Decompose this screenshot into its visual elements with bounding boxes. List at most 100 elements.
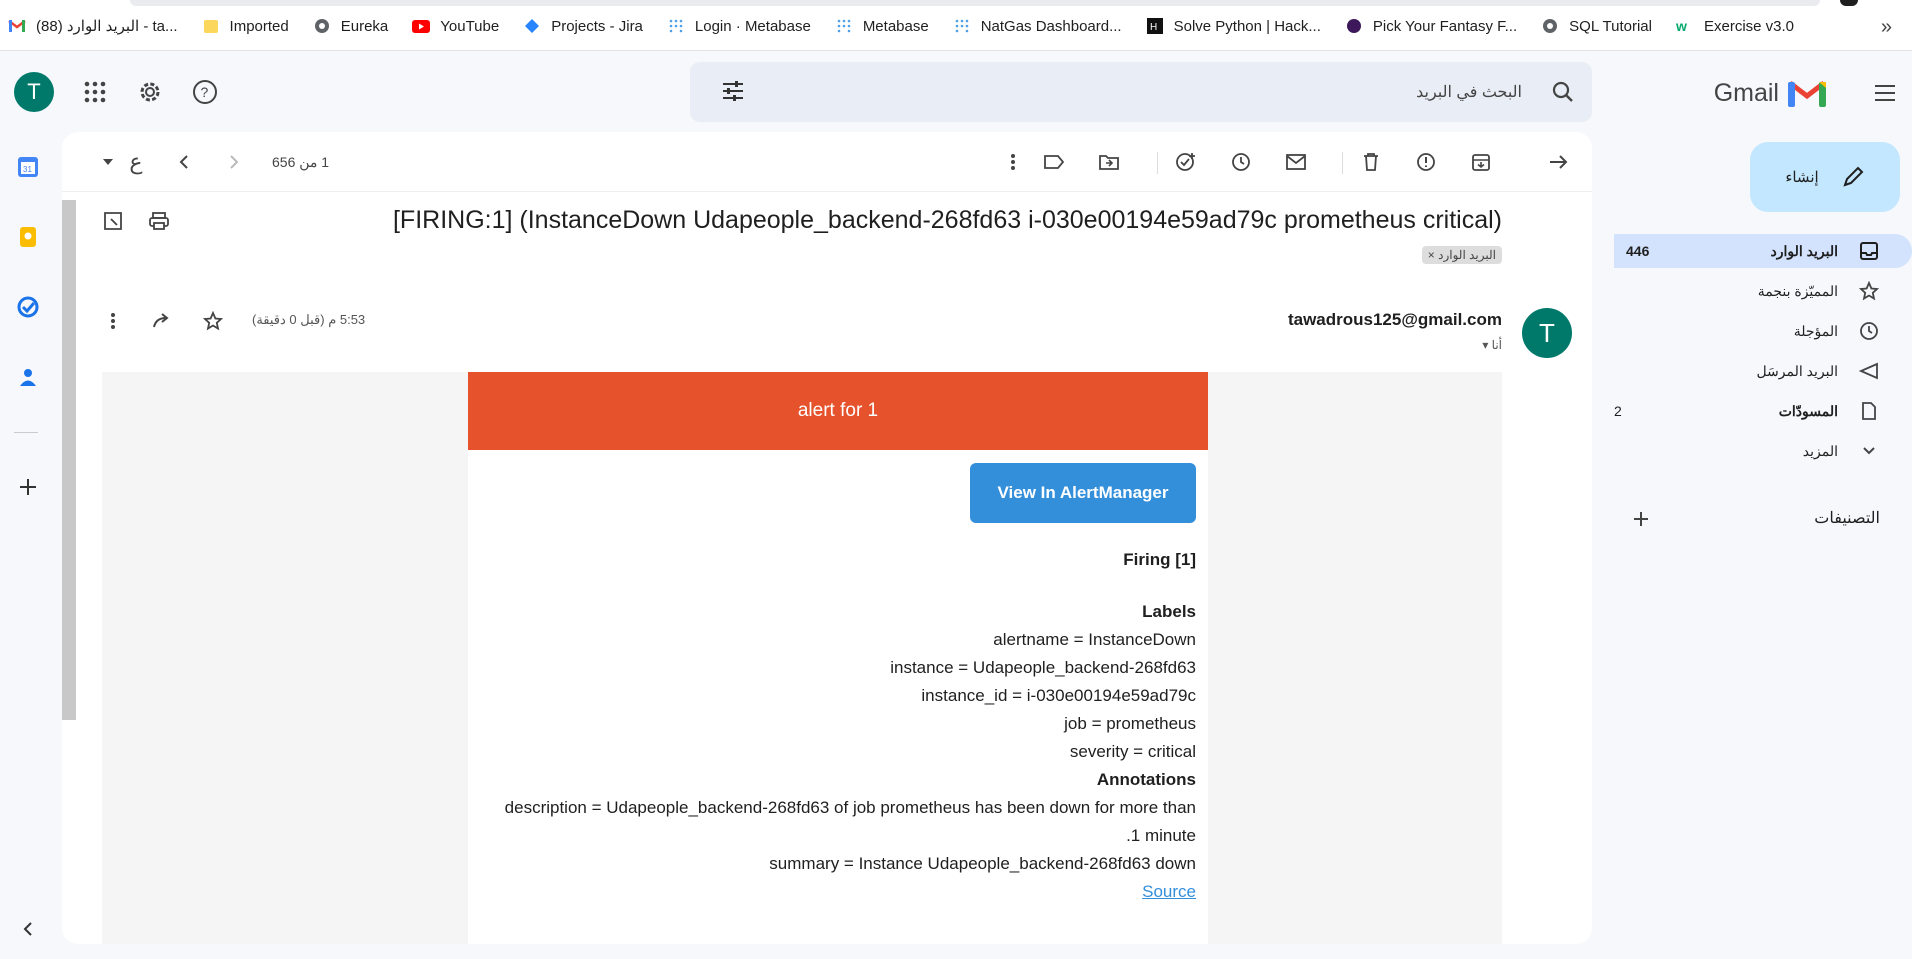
bookmark-youtube[interactable]: YouTube	[412, 17, 499, 35]
collapse-panel-icon[interactable]	[17, 918, 39, 940]
label-alertname: alertname = InstanceDown	[993, 630, 1196, 649]
scrollbar[interactable]	[62, 200, 76, 720]
annotation-description: description = Udapeople_backend-268fd63 …	[504, 798, 1196, 817]
main-menu-icon[interactable]	[1870, 78, 1900, 108]
alert-header: alert for 1	[468, 372, 1208, 450]
settings-gear-icon[interactable]	[135, 77, 165, 107]
dropdown-arrow-icon[interactable]	[94, 148, 122, 176]
nav-label: المميّزة بنجمة	[1757, 282, 1838, 299]
move-to-folder-icon[interactable]	[1095, 148, 1123, 176]
trash-icon[interactable]	[1357, 148, 1385, 176]
help-icon[interactable]: ?	[190, 77, 220, 107]
mark-unread-icon[interactable]	[1282, 148, 1310, 176]
bookmark-eureka[interactable]: Eureka	[313, 17, 389, 35]
nav-item-drafts[interactable]: المسودّات 2	[1602, 394, 1912, 428]
bookmark-gmail[interactable]: البريد الوارد (88) - ta...	[8, 17, 178, 35]
nav-item-starred[interactable]: المميّزة بنجمة	[1602, 274, 1912, 308]
draft-icon	[1856, 401, 1882, 421]
view-in-alertmanager-button[interactable]: View In AlertManager	[970, 463, 1196, 523]
search-icon[interactable]	[1548, 77, 1578, 107]
more-vert-icon[interactable]	[98, 306, 128, 336]
bookmark-hackerrank[interactable]: H Solve Python | Hack...	[1146, 17, 1321, 35]
browser-tabstrip-edge	[130, 0, 1820, 6]
bookmark-imported[interactable]: Imported	[202, 17, 289, 35]
folder-icon	[202, 17, 220, 35]
report-spam-icon[interactable]	[1412, 148, 1440, 176]
nav-label: البريد الوارد	[1770, 242, 1838, 259]
divider	[14, 432, 38, 433]
recipient-details[interactable]: أنا ▾	[1482, 338, 1502, 352]
add-label-icon[interactable]	[1626, 504, 1656, 534]
pager-count: 1 من 656	[272, 154, 330, 170]
add-task-icon[interactable]	[1172, 148, 1200, 176]
nav-item-more[interactable]: المزيد	[1602, 434, 1912, 468]
compose-label: إنشاء	[1785, 169, 1819, 186]
message-view: ع 1 من 656 [FIRING:1] (InstanceDown Udap…	[62, 132, 1592, 944]
nav-label: المسودّات	[1778, 402, 1838, 419]
bookmark-label: SQL Tutorial	[1569, 17, 1652, 35]
inbox-icon	[1856, 241, 1882, 261]
bookmark-label: Imported	[229, 17, 289, 35]
search-input[interactable]: البحث في البريد	[1416, 82, 1522, 102]
star-icon[interactable]	[198, 306, 228, 336]
svg-text:H: H	[1150, 22, 1157, 33]
tasks-icon[interactable]	[17, 296, 39, 318]
clock-icon	[1856, 321, 1882, 341]
search-options-icon[interactable]	[718, 76, 748, 106]
metabase-icon	[953, 17, 971, 35]
archive-icon[interactable]	[1467, 148, 1495, 176]
source-link[interactable]: Source	[1142, 882, 1196, 901]
print-icon[interactable]	[144, 206, 174, 236]
back-arrow-icon[interactable]	[1544, 148, 1572, 176]
bookmark-sql-tutorial[interactable]: SQL Tutorial	[1541, 17, 1652, 35]
contacts-icon[interactable]	[17, 366, 39, 388]
alert-card: alert for 1 View In AlertManager Firing …	[468, 372, 1208, 944]
nav-count: 2	[1614, 403, 1622, 419]
nav-item-inbox[interactable]: البريد الوارد 446	[1614, 234, 1912, 268]
sender-email[interactable]: tawadrous125@gmail.com	[1288, 310, 1502, 330]
sender-avatar[interactable]: T	[1522, 308, 1572, 358]
forward-icon[interactable]	[148, 306, 178, 336]
bookmark-label: Pick Your Fantasy F...	[1372, 17, 1518, 35]
chevron-down-icon	[1856, 441, 1882, 461]
label-tag-icon[interactable]	[1040, 148, 1068, 176]
bookmark-metabase[interactable]: Metabase	[835, 17, 929, 35]
toolbar-divider	[1342, 152, 1343, 174]
gmail-logo[interactable]: Gmail	[1714, 78, 1827, 108]
annotation-summary: summary = Instance Udapeople_backend-268…	[769, 854, 1196, 873]
svg-text:w: w	[1676, 18, 1687, 34]
snooze-clock-icon[interactable]	[1227, 148, 1255, 176]
account-avatar[interactable]: T	[14, 72, 54, 112]
globe-icon	[1541, 17, 1559, 35]
search-bar[interactable]: البحث في البريد	[690, 62, 1592, 122]
prev-chevron-icon[interactable]	[170, 148, 198, 176]
nav-item-sent[interactable]: البريد المرسَل	[1602, 354, 1912, 388]
sender-initial: T	[1539, 317, 1555, 348]
svg-text:31: 31	[23, 165, 32, 174]
bookmark-metabase-login[interactable]: Login · Metabase	[667, 17, 811, 35]
open-in-new-window-icon[interactable]	[98, 206, 128, 236]
browser-profile-edge	[1840, 0, 1858, 6]
alert-details: Firing [1] Labels alertname = InstanceDo…	[476, 546, 1196, 906]
bookmark-jira[interactable]: Projects - Jira	[523, 17, 643, 35]
nav-item-snoozed[interactable]: المؤجلة	[1602, 314, 1912, 348]
more-vert-icon[interactable]	[999, 148, 1027, 176]
compose-button[interactable]: إنشاء	[1750, 142, 1900, 212]
next-chevron-icon[interactable]	[220, 148, 248, 176]
bookmark-label: Solve Python | Hack...	[1173, 17, 1321, 35]
calendar-icon[interactable]: 31	[17, 156, 39, 178]
bookmark-exercise[interactable]: w Exercise v3.0	[1676, 17, 1794, 35]
bookmark-natgas[interactable]: NatGas Dashboard...	[953, 17, 1122, 35]
labels-title: Labels	[1142, 602, 1196, 621]
input-tools-button[interactable]: ع	[122, 148, 150, 176]
bookmark-label: Eureka	[340, 17, 389, 35]
nav-count: 446	[1626, 243, 1650, 259]
bookmarks-overflow-button[interactable]: »	[1881, 16, 1892, 39]
firing-count: Firing [1]	[1123, 550, 1196, 569]
bookmark-fantasy[interactable]: Pick Your Fantasy F...	[1345, 17, 1517, 35]
inbox-label-chip[interactable]: البريد الوارد ×	[1421, 246, 1502, 264]
add-addon-icon[interactable]	[17, 476, 39, 498]
keep-icon[interactable]	[17, 226, 39, 248]
apps-grid-icon[interactable]	[80, 77, 110, 107]
